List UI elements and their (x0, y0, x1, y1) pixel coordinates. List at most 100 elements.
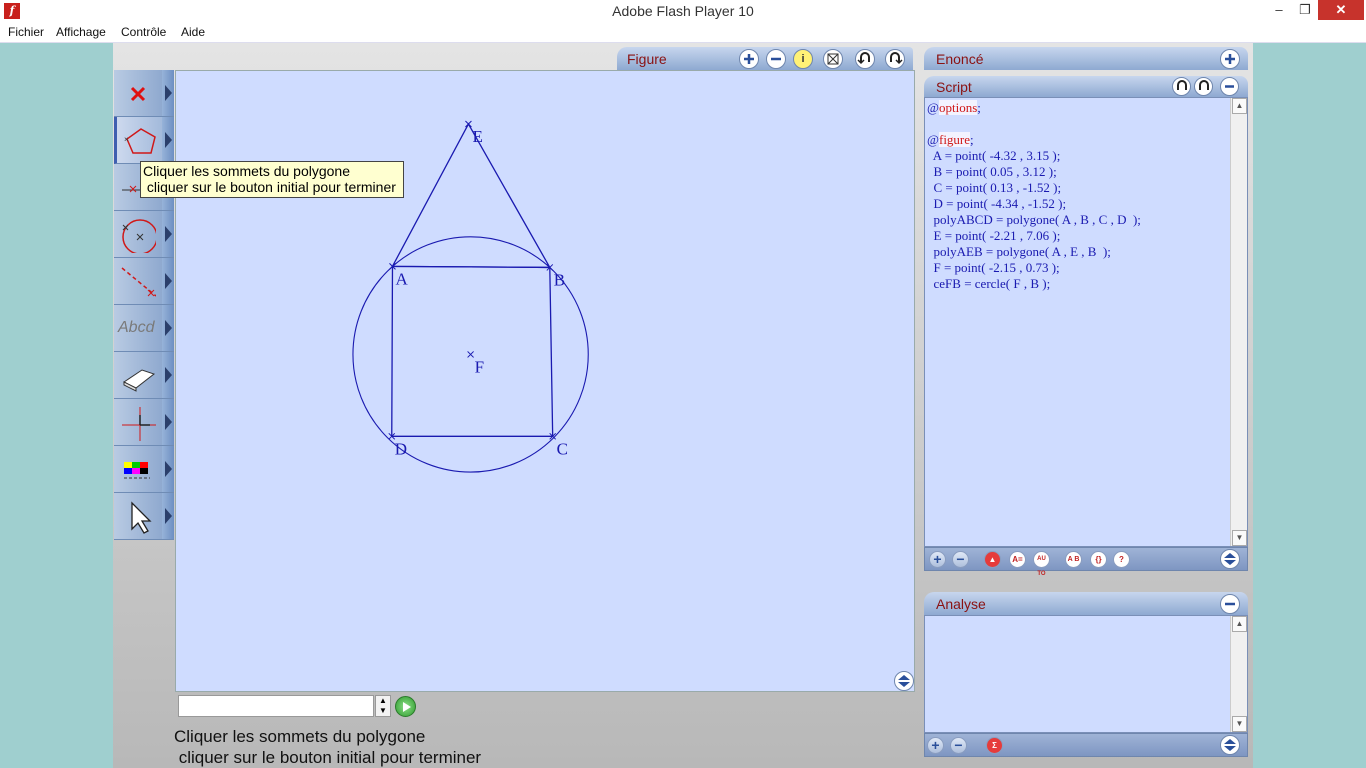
execute-button[interactable] (395, 696, 416, 717)
tool-eraser[interactable] (114, 352, 162, 399)
script-resize-toggle[interactable] (1220, 549, 1240, 569)
script-line (927, 116, 1141, 132)
fit-view-button[interactable] (823, 49, 843, 69)
tool-colors[interactable] (114, 446, 162, 493)
script-panel-header: Script (924, 76, 1248, 97)
tool-circle-expand[interactable] (162, 211, 174, 258)
undo-button[interactable] (855, 49, 875, 69)
tool-axes[interactable] (114, 399, 162, 446)
svg-text:×: × (124, 135, 129, 144)
script-label: Script (936, 79, 972, 95)
script-line: polyAEB = polygone( A , E , B ); (927, 244, 1111, 259)
tool-polygon-expand[interactable] (162, 117, 174, 164)
scroll-up-icon[interactable]: ▲ (1232, 98, 1247, 114)
info-button[interactable]: i (793, 49, 813, 69)
enonce-label: Enoncé (936, 51, 984, 67)
point-f-label: F (475, 357, 484, 376)
scroll-down-icon[interactable]: ▼ (1232, 530, 1247, 546)
script-collapse-button[interactable] (1220, 77, 1239, 96)
script-ab-button[interactable]: A B (1065, 551, 1082, 568)
tool-text-expand[interactable] (162, 305, 174, 352)
polygon-abcd (391, 265, 554, 437)
script-triangle-button[interactable]: ▲ (984, 551, 1001, 568)
script-auto-button[interactable]: AU TO (1033, 551, 1050, 577)
analyse-collapse-button[interactable] (1220, 594, 1240, 614)
tool-line-expand[interactable] (162, 258, 174, 305)
pointer-icon (131, 501, 152, 534)
tool-eraser-expand[interactable] (162, 352, 174, 399)
command-spinner[interactable]: ▲ ▼ (375, 695, 391, 717)
menu-fichier[interactable]: Fichier (8, 25, 44, 39)
tool-tooltip: Cliquer les sommets du polygone cliquer … (140, 161, 404, 198)
maximize-button[interactable]: ❐ (1292, 0, 1318, 20)
analyse-add-button[interactable]: + (927, 737, 944, 754)
minus-icon (771, 57, 781, 61)
script-line: ceFB = cercle( F , B ); (927, 276, 1051, 291)
close-button[interactable]: ✕ (1318, 0, 1364, 20)
tool-axes-expand[interactable] (162, 399, 174, 446)
analyse-output[interactable]: ▲ ▼ (924, 615, 1248, 733)
canvas-scroll-toggle[interactable] (894, 671, 914, 691)
menu-controle[interactable]: Contrôle (121, 25, 166, 39)
script-scrollbar[interactable]: ▲ ▼ (1230, 98, 1247, 546)
menu-aide[interactable]: Aide (181, 25, 205, 39)
redo-button[interactable] (885, 49, 905, 69)
enonce-expand-button[interactable] (1220, 49, 1240, 69)
minimize-button[interactable]: – (1266, 0, 1292, 20)
circle-icon (122, 219, 156, 253)
analyse-remove-button[interactable]: − (950, 737, 967, 754)
analyse-sum-button[interactable]: Σ (986, 737, 1003, 754)
scroll-down-icon[interactable]: ▼ (1232, 716, 1247, 732)
tool-pointer[interactable] (114, 493, 162, 540)
tool-colors-expand[interactable] (162, 446, 174, 493)
tool-text[interactable]: Abcd (114, 305, 162, 352)
menu-affichage[interactable]: Affichage (56, 25, 106, 39)
script-redo-button[interactable] (1194, 77, 1213, 96)
tool-line-points[interactable] (114, 258, 162, 305)
redo-icon (1199, 80, 1209, 90)
zoom-in-button[interactable] (739, 49, 759, 69)
point-e-marker (465, 120, 472, 128)
point-c-label: C (557, 439, 568, 458)
script-line: A = point( -4.32 , 3.15 ); (927, 148, 1061, 163)
script-add-button[interactable]: + (929, 551, 946, 568)
scroll-up-icon[interactable]: ▲ (1232, 616, 1247, 632)
script-footer-toolbar: + − ▲ A= AU TO A B {} ? (924, 547, 1248, 577)
window-title: Adobe Flash Player 10 (612, 3, 754, 19)
tool-pointer-expand[interactable] (162, 493, 174, 540)
point-b-label: B (554, 270, 565, 289)
command-input[interactable] (178, 695, 374, 717)
expand-collapse-icon (1224, 739, 1236, 751)
tool-delete-expand[interactable] (162, 70, 174, 117)
zoom-out-button[interactable] (766, 49, 786, 69)
script-remove-button[interactable]: − (952, 551, 969, 568)
axes-icon (122, 407, 156, 441)
minus-icon (1225, 85, 1234, 88)
minus-icon (1225, 602, 1235, 606)
script-help-button[interactable]: ? (1113, 551, 1130, 568)
eraser-icon (123, 369, 156, 392)
expand-collapse-icon (898, 675, 910, 687)
spin-down-icon[interactable]: ▼ (376, 706, 390, 716)
script-line: B = point( 0.05 , 3.12 ); (927, 164, 1057, 179)
tool-circle[interactable] (114, 211, 162, 258)
expand-collapse-icon (1224, 553, 1236, 565)
script-code[interactable]: @options; @figure; A = point( -4.32 , 3.1… (927, 100, 1141, 292)
enonce-panel-header[interactable]: Enoncé (924, 47, 1248, 70)
analyse-resize-toggle[interactable] (1220, 735, 1240, 755)
tool-delete[interactable] (114, 70, 162, 117)
script-braces-button[interactable]: {} (1090, 551, 1107, 568)
script-line: C = point( 0.13 , -1.52 ); (927, 180, 1062, 195)
analyse-scrollbar[interactable]: ▲ ▼ (1230, 616, 1247, 732)
script-line: polyABCD = polygone( A , B , C , D ); (927, 212, 1141, 227)
undo-icon (857, 52, 870, 65)
status-message: Cliquer les sommets du polygone cliquer … (174, 727, 482, 767)
script-line: E = point( -2.21 , 7.06 ); (927, 228, 1061, 243)
figure-tab-label: Figure (627, 51, 667, 67)
script-editor[interactable]: @options; @figure; A = point( -4.32 , 3.1… (924, 97, 1248, 547)
script-undo-button[interactable] (1172, 77, 1191, 96)
tool-polygon[interactable]: × (114, 117, 162, 164)
color-palette-icon (124, 462, 150, 479)
script-assign-button[interactable]: A= (1009, 551, 1026, 568)
spin-up-icon[interactable]: ▲ (376, 696, 390, 706)
